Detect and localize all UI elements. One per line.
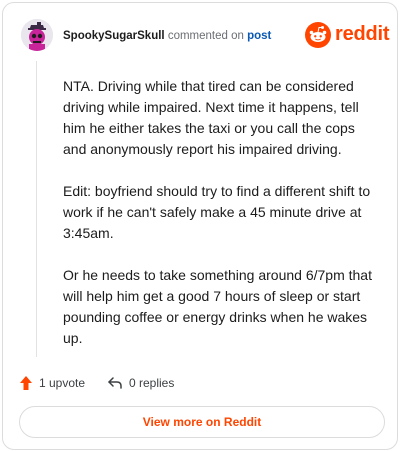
view-more-button[interactable]: View more on Reddit bbox=[19, 406, 385, 438]
post-link[interactable]: post bbox=[247, 30, 271, 42]
reddit-alien-icon bbox=[305, 22, 331, 48]
username-link[interactable]: SpookySugarSkull bbox=[63, 30, 165, 42]
thread-line bbox=[36, 61, 37, 357]
upvote-button[interactable]: 1 upvote bbox=[19, 373, 85, 393]
brand-wordmark: reddit bbox=[335, 23, 390, 45]
upvote-count: 1 upvote bbox=[39, 376, 86, 390]
skull-avatar-icon bbox=[21, 19, 53, 51]
reply-arrow-icon bbox=[108, 377, 122, 389]
embedded-comment-card: SpookySugarSkull commented on post reddi… bbox=[2, 2, 398, 450]
comment-footer: 1 upvote 0 replies bbox=[19, 373, 379, 393]
comment-paragraph: Edit: boyfriend should try to find a dif… bbox=[63, 183, 371, 241]
comment-paragraph: NTA. Driving while that tired can be con… bbox=[63, 78, 359, 157]
upvote-arrow-icon bbox=[20, 376, 32, 390]
comment-header: SpookySugarSkull commented on post reddi… bbox=[21, 19, 390, 51]
user-avatar[interactable] bbox=[21, 19, 53, 51]
reply-button[interactable]: 0 replies bbox=[107, 373, 174, 393]
reply-count: 0 replies bbox=[129, 376, 175, 390]
comment-meta: SpookySugarSkull commented on post bbox=[63, 29, 271, 43]
comment-body: NTA. Driving while that tired can be con… bbox=[63, 76, 381, 370]
action-text: commented on bbox=[167, 30, 244, 42]
reddit-logo[interactable]: reddit bbox=[305, 21, 390, 49]
comment-paragraph: Or he needs to take something around 6/7… bbox=[63, 267, 372, 346]
